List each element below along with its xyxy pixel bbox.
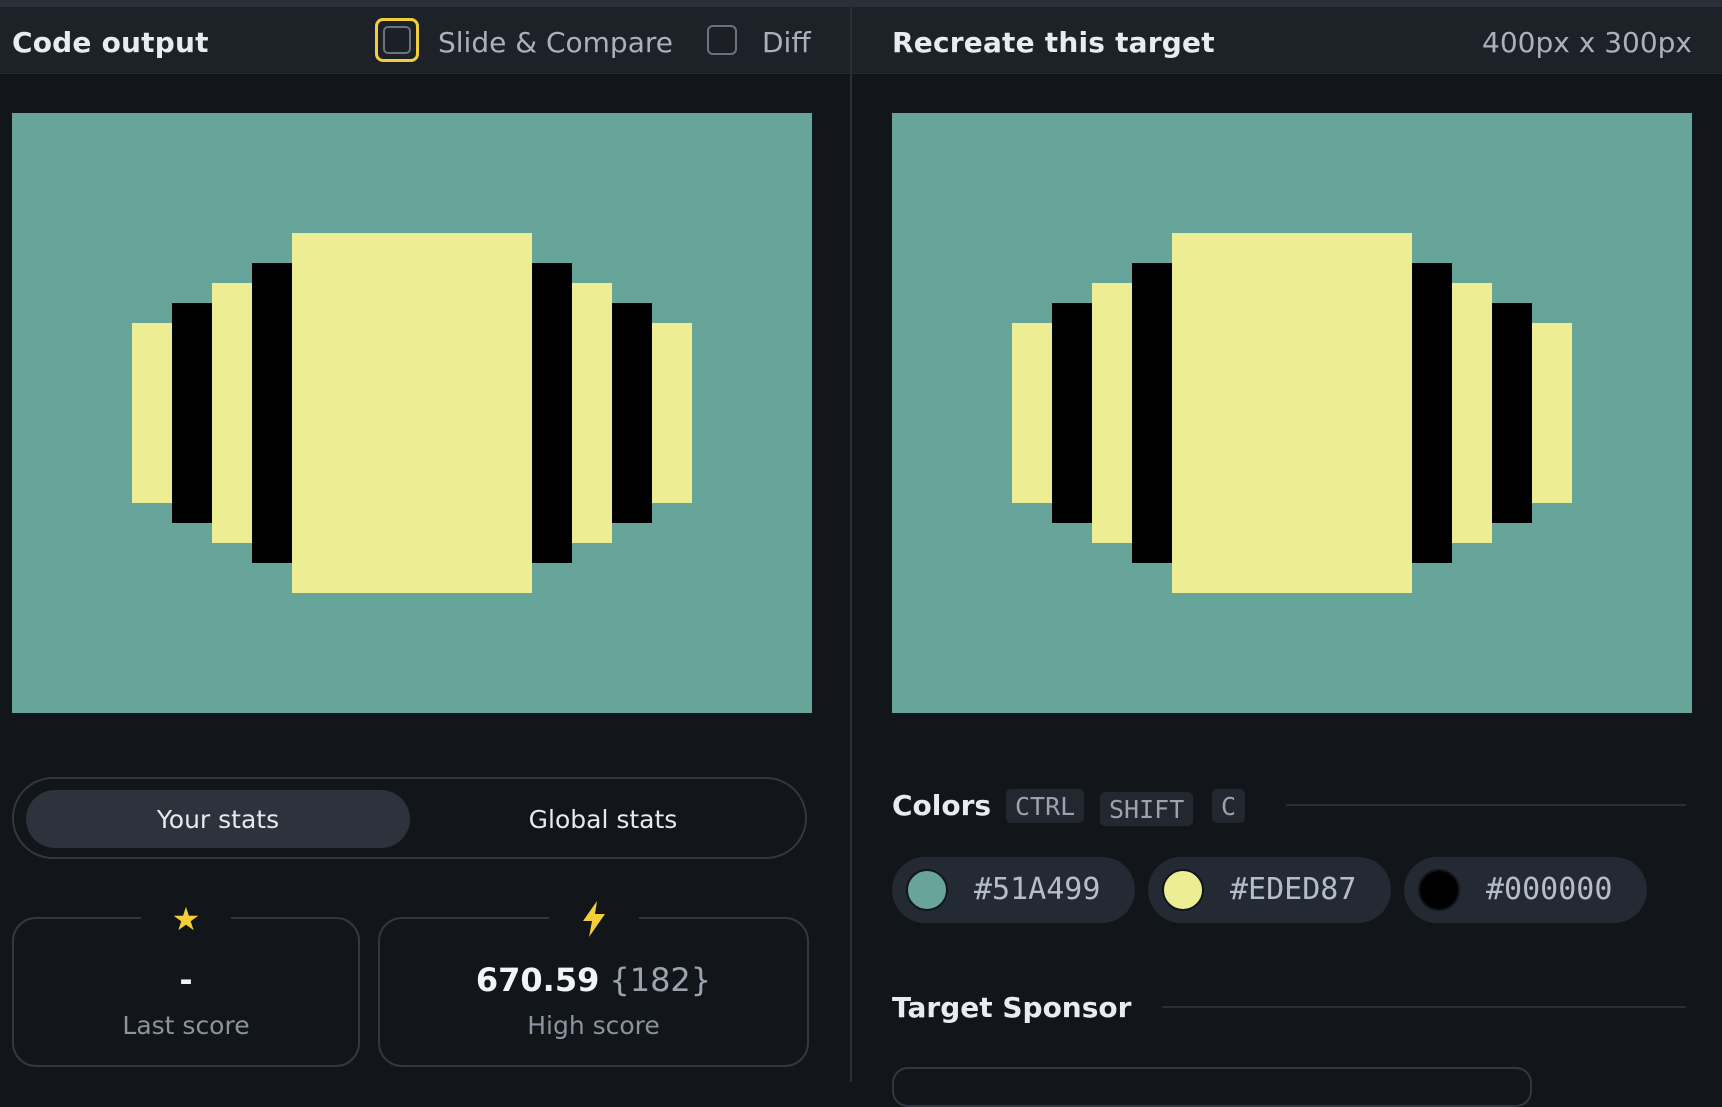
outer-right-yellow-bar	[652, 323, 692, 503]
inner-left-black-bar	[252, 263, 292, 563]
inner-left-black-bar	[1132, 263, 1172, 563]
color-swatch-yellow	[1162, 869, 1204, 911]
last-score-value: -	[179, 961, 193, 999]
target-canvas[interactable]	[892, 113, 1692, 713]
kbd-shift: SHIFT	[1100, 792, 1194, 826]
colors-divider	[1286, 804, 1686, 806]
inner-left-yellow-bar	[212, 283, 252, 543]
target-header: Recreate this target 400px x 300px	[852, 7, 1722, 74]
sponsor-card[interactable]	[892, 1067, 1532, 1107]
sponsor-divider	[1162, 1006, 1686, 1008]
inner-left-yellow-bar	[1092, 283, 1132, 543]
star-icon: ★	[141, 899, 231, 939]
colors-title: Colors	[892, 789, 992, 822]
lightning-icon	[548, 899, 639, 939]
slide-compare-checkbox[interactable]	[375, 18, 419, 62]
inner-right-black-bar	[1412, 263, 1452, 563]
code-output-canvas[interactable]	[12, 113, 812, 713]
target-dimensions: 400px x 300px	[1482, 26, 1692, 59]
inner-right-yellow-bar	[572, 283, 612, 543]
color-hex-teal: #51A499	[974, 872, 1101, 907]
high-score-value-row: 670.59 {182}	[380, 961, 807, 999]
right-black-bar	[612, 303, 652, 523]
tab-your-stats[interactable]: Your stats	[26, 790, 410, 848]
window-top-border	[0, 0, 1722, 7]
right-black-bar	[1492, 303, 1532, 523]
high-score-value: 670.59	[475, 961, 600, 999]
target-panel: Recreate this target 400px x 300px Color…	[852, 7, 1722, 1107]
center-yellow-block	[1172, 233, 1412, 593]
last-score-label: Last score	[122, 1011, 250, 1040]
stats-toggle: Your stats Global stats	[12, 777, 807, 859]
high-score-count: {182}	[609, 961, 712, 999]
color-swatch-black	[1418, 869, 1460, 911]
inner-right-yellow-bar	[1452, 283, 1492, 543]
left-black-bar	[1052, 303, 1092, 523]
high-score-label: High score	[527, 1011, 660, 1040]
outer-left-yellow-bar	[1012, 323, 1052, 503]
diff-checkbox[interactable]	[707, 25, 737, 55]
color-hex-yellow: #EDED87	[1230, 872, 1357, 907]
outer-left-yellow-bar	[132, 323, 172, 503]
slide-compare-label[interactable]: Slide & Compare	[438, 26, 673, 59]
tab-global-stats[interactable]: Global stats	[411, 790, 795, 848]
left-black-bar	[172, 303, 212, 523]
target-title: Recreate this target	[892, 26, 1215, 59]
code-output-title: Code output	[12, 26, 209, 59]
color-swatch-teal	[906, 869, 948, 911]
color-chip-black[interactable]: #000000	[1404, 857, 1647, 923]
diff-label[interactable]: Diff	[762, 26, 811, 59]
sponsor-title: Target Sponsor	[892, 991, 1132, 1024]
last-score-card: ★ - Last score	[12, 899, 360, 1067]
inner-right-black-bar	[532, 263, 572, 563]
center-yellow-block	[292, 233, 532, 593]
code-output-panel: Code output Slide & Compare Diff Your st…	[0, 7, 850, 1082]
color-chip-yellow[interactable]: #EDED87	[1148, 857, 1391, 923]
color-chip-teal[interactable]: #51A499	[892, 857, 1135, 923]
code-output-header: Code output Slide & Compare Diff	[0, 7, 850, 74]
outer-right-yellow-bar	[1532, 323, 1572, 503]
high-score-card: 670.59 {182} High score	[378, 899, 809, 1067]
kbd-ctrl: CTRL	[1006, 789, 1085, 823]
kbd-c: C	[1212, 789, 1246, 823]
color-hex-black: #000000	[1486, 872, 1613, 907]
